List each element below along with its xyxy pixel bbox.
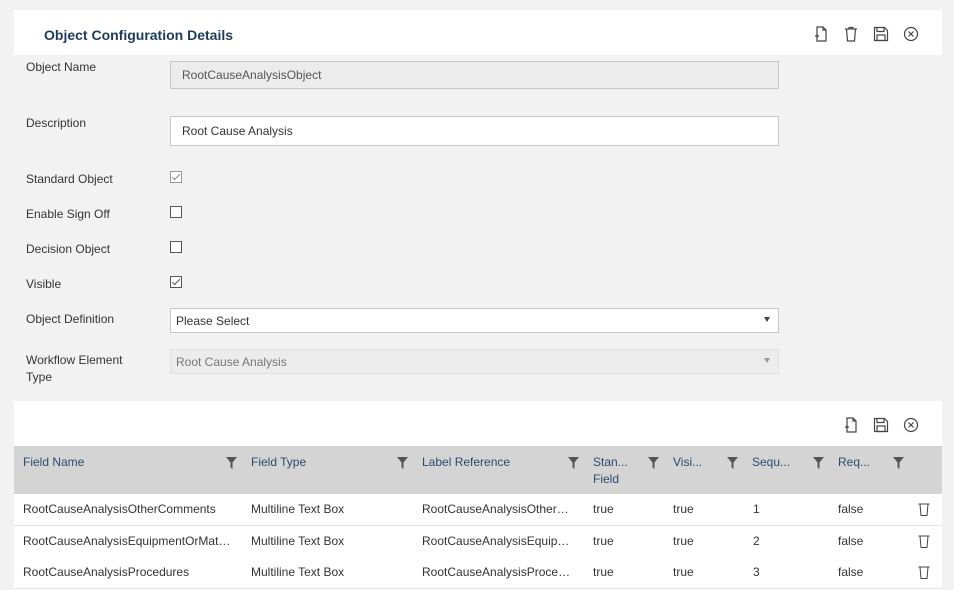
column-header-standard-field[interactable]: Stan... Field [593,454,635,488]
description-label: Description [26,116,87,130]
grid-toolbar [842,416,920,434]
cell-sequence: 3 [753,565,760,579]
object-name-label: Object Name [26,60,97,74]
cell-sequence: 2 [753,534,760,548]
cell-standard-field: true [593,534,614,548]
cell-label-reference: RootCauseAnalysisOtherC... [422,502,574,516]
close-circle-icon[interactable] [902,25,920,43]
enable-sign-off-label: Enable Sign Off [26,207,110,221]
column-header-sequence[interactable]: Sequ... [752,454,790,471]
column-header-label-reference[interactable]: Label Reference [422,454,510,471]
object-definition-select[interactable]: Please Select [170,308,779,333]
chevron-down-icon [764,317,770,322]
cell-sequence: 1 [753,502,760,516]
cell-visible: true [673,502,694,516]
details-header: Object Configuration Details [14,10,942,55]
column-header-field-type[interactable]: Field Type [251,454,306,471]
decision-object-label: Decision Object [26,242,111,256]
cell-field-name: RootCauseAnalysisOtherComments [23,502,216,516]
page-title: Object Configuration Details [44,27,234,43]
cell-field-type: Multiline Text Box [251,502,345,516]
cell-required: false [838,565,864,579]
cell-field-name: RootCauseAnalysisProcedures [23,565,190,579]
column-header-required[interactable]: Req... [838,454,870,471]
cell-label-reference: RootCauseAnalysisProced... [422,565,574,579]
new-document-icon[interactable] [842,416,860,434]
header-toolbar [812,25,920,43]
save-icon[interactable] [872,416,890,434]
standard-object-label: Standard Object [26,172,113,186]
object-name-field[interactable] [170,61,779,89]
close-circle-icon[interactable] [902,416,920,434]
delete-row-icon[interactable] [918,565,930,579]
chevron-down-icon [764,358,770,363]
cell-required: false [838,534,864,548]
enable-sign-off-checkbox[interactable] [170,206,182,218]
column-header-visible[interactable]: Visi... [673,454,702,471]
decision-object-checkbox[interactable] [170,241,182,253]
save-icon[interactable] [872,25,890,43]
filter-icon[interactable] [727,457,738,469]
table-row[interactable]: RootCauseAnalysisEquipmentOrMate... Mult… [14,526,942,558]
workflow-element-type-value: Root Cause Analysis [176,355,287,369]
workflow-element-type-select[interactable]: Root Cause Analysis [170,349,779,374]
visible-checkbox[interactable] [170,276,182,288]
delete-row-icon[interactable] [918,502,930,516]
grid-header-row: Field Name Field Type Label Reference St… [14,446,942,494]
filter-icon[interactable] [813,457,824,469]
object-definition-label: Object Definition [26,312,115,326]
cell-field-name: RootCauseAnalysisEquipmentOrMate... [23,534,235,548]
standard-object-checkbox[interactable] [170,171,182,183]
description-field[interactable] [170,116,779,146]
filter-icon[interactable] [397,457,408,469]
delete-row-icon[interactable] [918,534,930,548]
cell-field-type: Multiline Text Box [251,534,345,548]
new-document-icon[interactable] [812,25,830,43]
workflow-element-type-label: Workflow Element Type [26,353,123,384]
cell-standard-field: true [593,502,614,516]
object-definition-value: Please Select [176,314,250,328]
cell-label-reference: RootCauseAnalysisEquipm... [422,534,574,548]
cell-visible: true [673,534,694,548]
filter-icon[interactable] [568,457,579,469]
table-row[interactable]: RootCauseAnalysisOtherComments Multiline… [14,494,942,526]
table-row[interactable]: RootCauseAnalysisProcedures Multiline Te… [14,557,942,589]
cell-standard-field: true [593,565,614,579]
cell-required: false [838,502,864,516]
filter-icon[interactable] [648,457,659,469]
trash-icon[interactable] [842,25,860,43]
column-header-field-name[interactable]: Field Name [23,454,84,471]
cell-field-type: Multiline Text Box [251,565,345,579]
fields-grid: Field Name Field Type Label Reference St… [14,401,942,590]
filter-icon[interactable] [226,457,237,469]
filter-icon[interactable] [893,457,904,469]
cell-visible: true [673,565,694,579]
visible-label: Visible [26,277,62,291]
